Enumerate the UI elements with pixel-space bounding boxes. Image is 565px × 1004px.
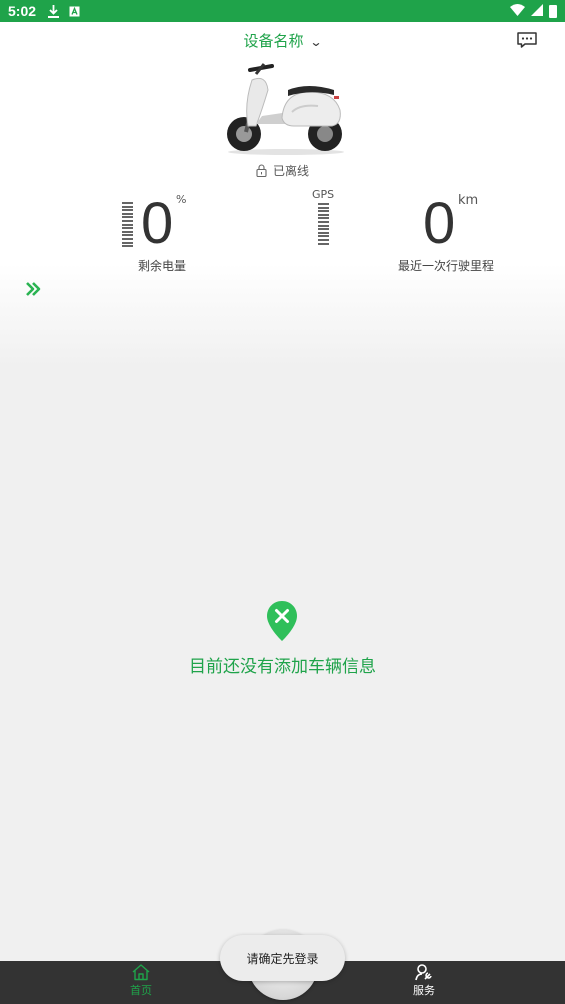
wifi-icon xyxy=(510,3,525,19)
message-icon[interactable] xyxy=(517,32,537,48)
service-icon xyxy=(415,964,432,981)
battery-value: 0 xyxy=(141,191,174,256)
vehicle-status: 已离线 xyxy=(0,162,565,179)
mileage-unit: km xyxy=(458,193,479,208)
scooter-image xyxy=(227,63,344,155)
mileage-value: 0 xyxy=(423,191,456,256)
status-bar: 5:02 xyxy=(0,0,565,22)
nav-service-label: 服务 xyxy=(413,984,435,997)
battery-icon xyxy=(549,4,557,18)
gps-signal-bars xyxy=(318,203,329,246)
vehicle-panel: 设备名称 ⌄ 已离线 0 % 剩余电量 GPS 0 km 最近一次行驶里程 xyxy=(0,22,565,367)
double-chevron-right-icon[interactable] xyxy=(24,280,42,298)
device-name: 设备名称 xyxy=(243,32,304,50)
battery-label: 剩余电量 xyxy=(138,259,187,273)
a-box-icon xyxy=(69,6,80,17)
nav-service[interactable]: 服务 xyxy=(394,963,454,998)
nav-home[interactable]: 首页 xyxy=(111,963,171,998)
vehicle-status-text: 已离线 xyxy=(272,164,309,178)
download-icon xyxy=(48,4,60,18)
battery-level-bars xyxy=(122,202,133,249)
gps-label: GPS xyxy=(312,188,335,201)
status-time: 5:02 xyxy=(8,3,37,19)
home-icon xyxy=(132,964,150,981)
empty-state-message: 目前还没有添加车辆信息 xyxy=(189,657,376,677)
mileage-label: 最近一次行驶里程 xyxy=(398,259,495,273)
device-selector[interactable]: 设备名称 ⌄ xyxy=(0,30,565,51)
battery-unit: % xyxy=(176,193,187,206)
chevron-down-icon: ⌄ xyxy=(309,35,324,49)
lock-icon xyxy=(256,164,267,178)
location-x-icon xyxy=(267,601,297,641)
signal-icon xyxy=(531,3,543,19)
toast-message: 请确定先登录 xyxy=(220,935,345,981)
nav-home-label: 首页 xyxy=(130,984,152,997)
